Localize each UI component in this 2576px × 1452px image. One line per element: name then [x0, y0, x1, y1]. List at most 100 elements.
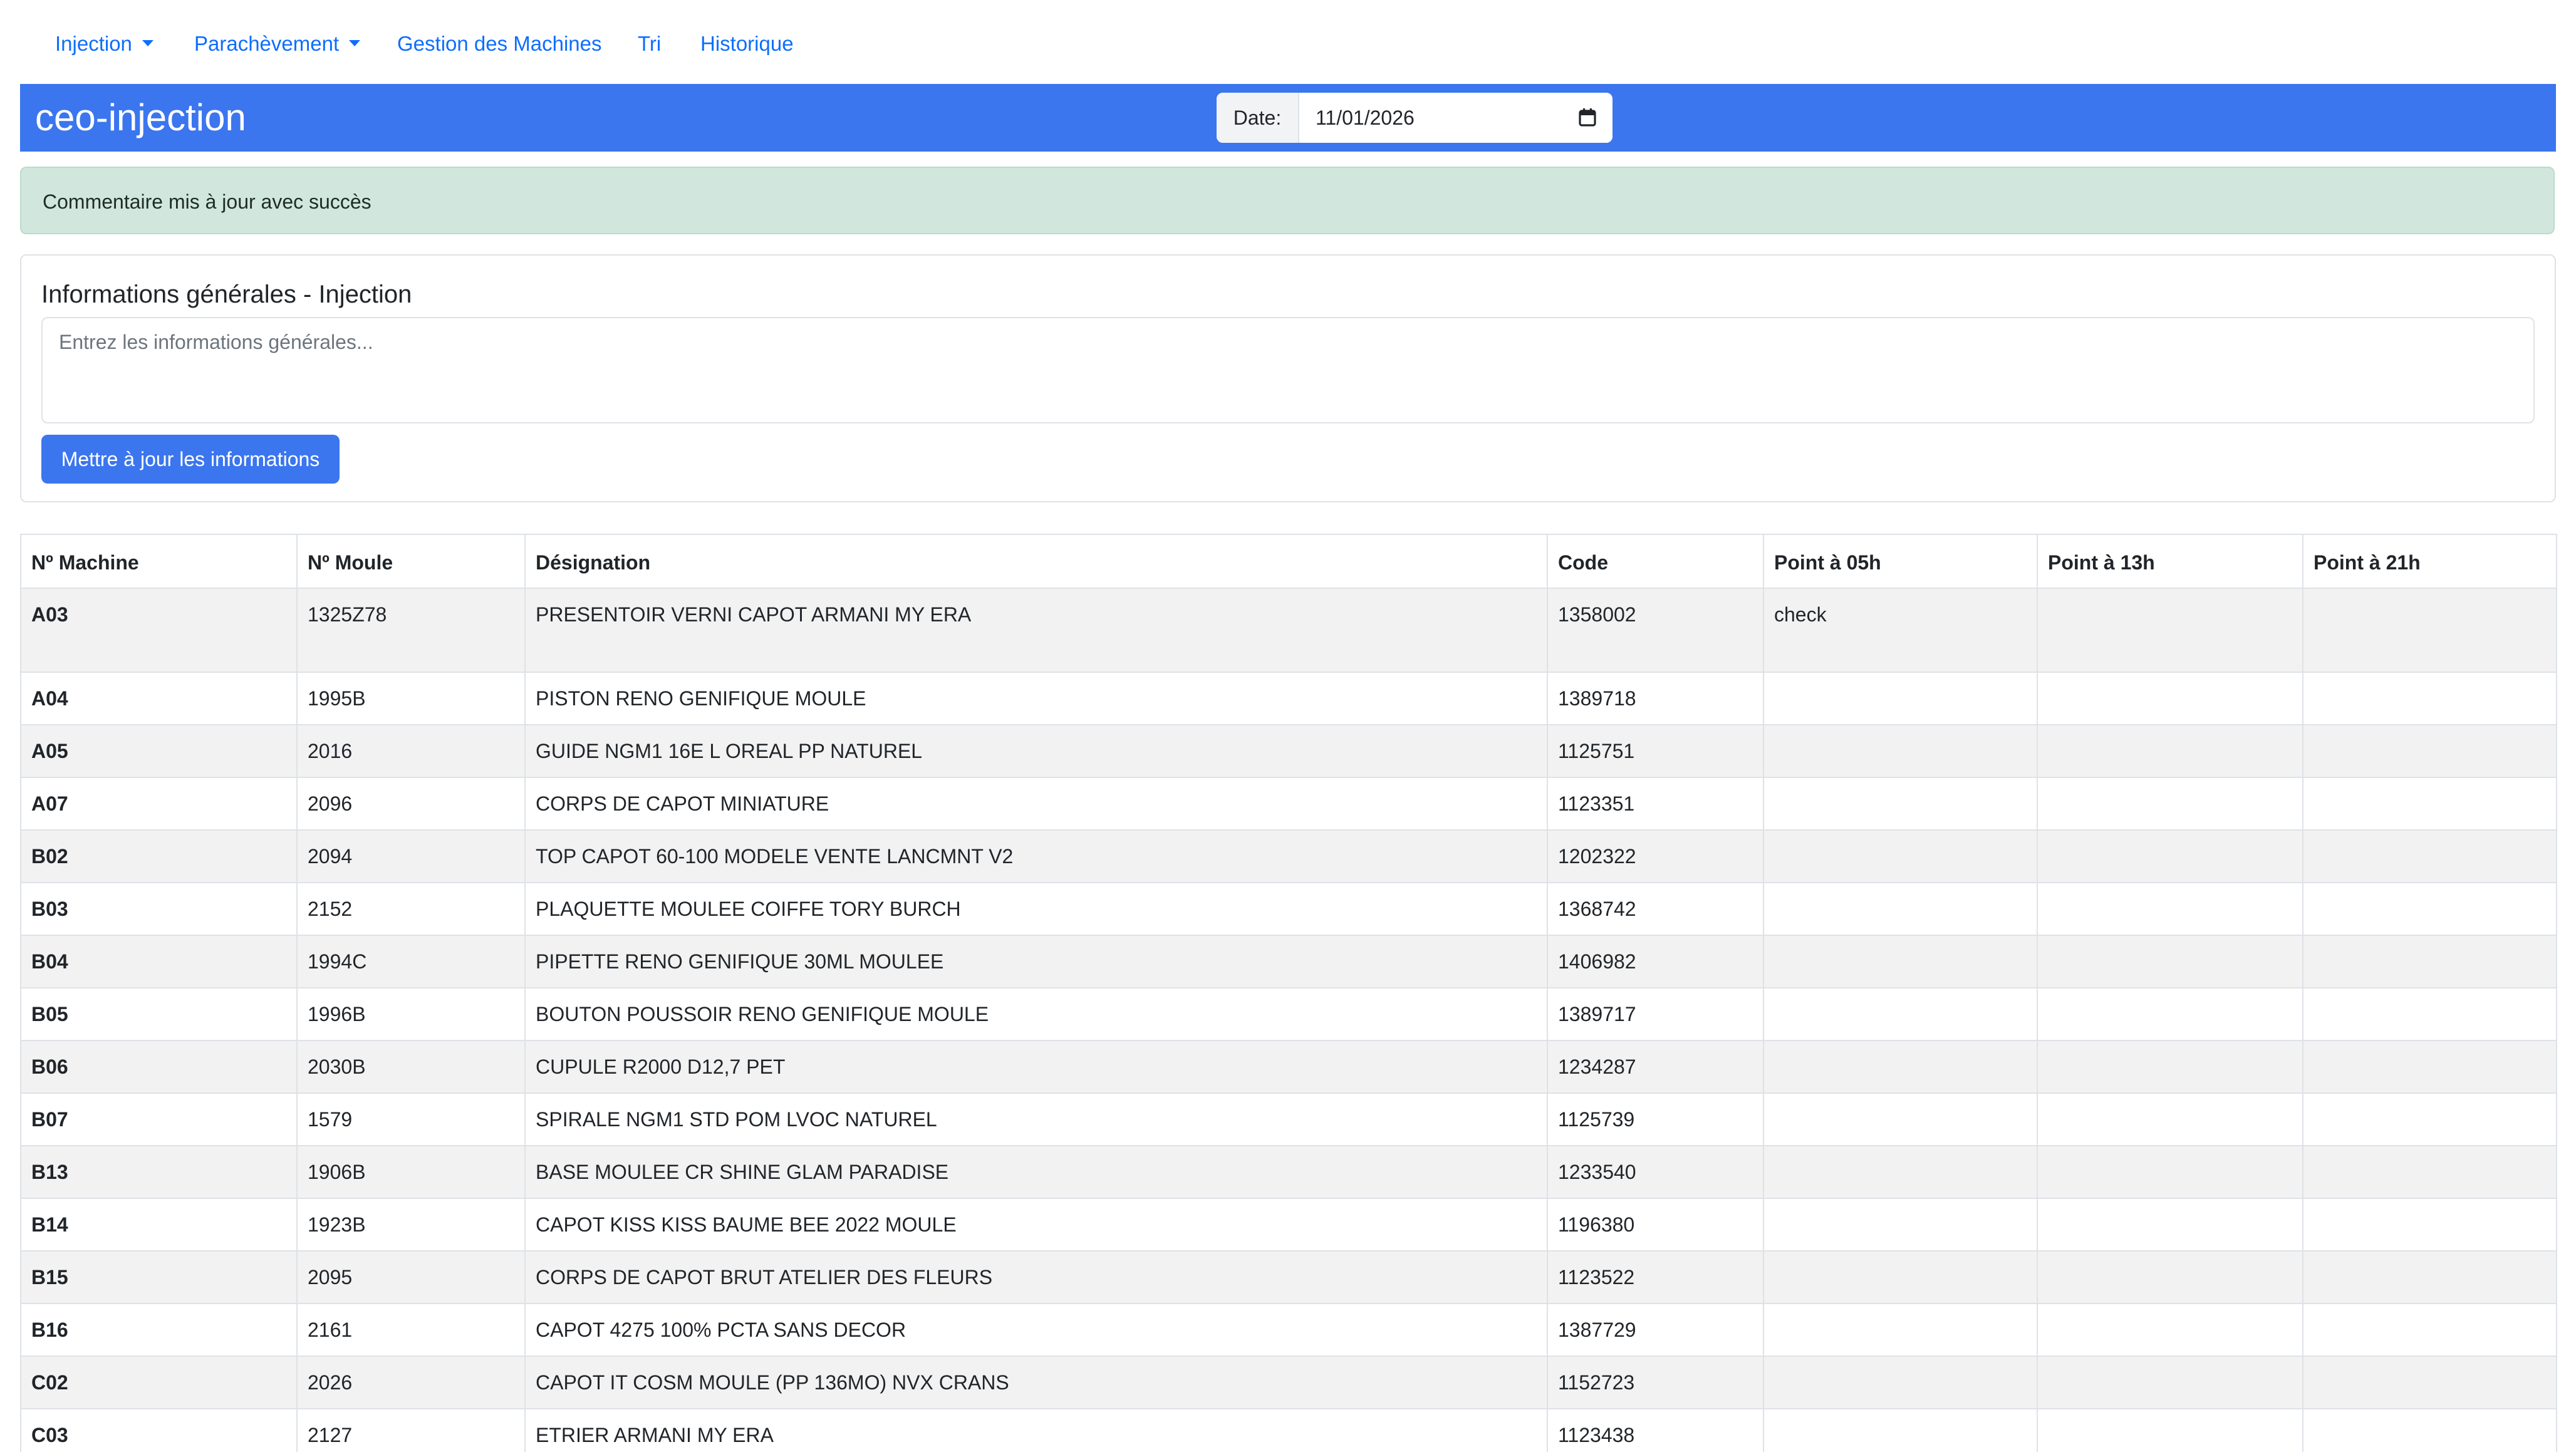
point-21h-cell[interactable]	[2302, 1356, 2557, 1409]
table-head: Nº Machine Nº Moule Désignation Code Poi…	[20, 534, 2557, 589]
point-21h-cell[interactable]	[2302, 588, 2557, 673]
point-05h-cell[interactable]	[1763, 882, 2038, 936]
column-header-designation: Désignation	[524, 534, 1548, 589]
mould-cell: 2152	[296, 882, 526, 936]
point-13h-cell[interactable]	[2037, 882, 2303, 936]
app-header: ceo-injection Date:	[20, 84, 2556, 152]
point-21h-cell[interactable]	[2302, 1303, 2557, 1357]
point-13h-cell[interactable]	[2037, 777, 2303, 831]
point-21h-cell[interactable]	[2302, 1092, 2557, 1146]
point-05h-cell[interactable]	[1763, 1198, 2038, 1252]
point-05h-cell[interactable]	[1763, 1303, 2038, 1357]
point-13h-cell[interactable]	[2037, 1145, 2303, 1199]
machine-cell: A07	[20, 777, 298, 831]
machine-cell: B15	[20, 1250, 298, 1304]
point-13h-cell[interactable]	[2037, 829, 2303, 883]
point-05h-cell[interactable]	[1763, 1040, 2038, 1094]
machines-table: Nº Machine Nº Moule Désignation Code Poi…	[20, 534, 2557, 1452]
table-row: B15 2095 CORPS DE CAPOT BRUT ATELIER DES F…	[20, 1250, 2557, 1304]
point-21h-cell[interactable]	[2302, 829, 2557, 883]
designation-cell: CAPOT KISS KISS BAUME BEE 2022 MOULE	[524, 1198, 1548, 1252]
point-21h-cell[interactable]	[2302, 724, 2557, 778]
column-header-machine: Nº Machine	[20, 534, 298, 589]
card-title: Informations générales - Injection	[41, 281, 412, 308]
point-05h-cell[interactable]	[1763, 724, 2038, 778]
caret-down-icon	[142, 40, 153, 47]
machine-cell: B14	[20, 1198, 298, 1252]
point-21h-cell[interactable]	[2302, 935, 2557, 988]
column-header-mould: Nº Moule	[296, 534, 526, 589]
table-row: A03 1325Z78 PRESENTOIR VERNI CAPOT ARMANI …	[20, 588, 2557, 673]
table-body: A03 1325Z78 PRESENTOIR VERNI CAPOT ARMANI …	[20, 588, 2557, 1452]
nav-item-injection[interactable]: Injection	[55, 31, 153, 56]
mould-cell: 1923B	[296, 1198, 526, 1252]
success-alert: Commentaire mis à jour avec succès	[20, 167, 2555, 234]
point-21h-cell[interactable]	[2302, 1145, 2557, 1199]
code-cell: 1202322	[1547, 829, 1764, 883]
nav-item-gestion-machines[interactable]: Gestion des Machines	[397, 31, 602, 56]
point-13h-cell[interactable]	[2037, 1040, 2303, 1094]
date-input[interactable]	[1299, 93, 1613, 143]
point-13h-cell[interactable]	[2037, 724, 2303, 778]
point-13h-cell[interactable]	[2037, 1092, 2303, 1146]
point-05h-cell[interactable]	[1763, 1250, 2038, 1304]
designation-cell: ETRIER ARMANI MY ERA	[524, 1408, 1548, 1452]
point-05h-cell[interactable]	[1763, 1092, 2038, 1146]
point-21h-cell[interactable]	[2302, 777, 2557, 831]
designation-cell: PLAQUETTE MOULEE COIFFE TORY BURCH	[524, 882, 1548, 936]
mould-cell: 2161	[296, 1303, 526, 1357]
point-21h-cell[interactable]	[2302, 882, 2557, 936]
code-cell: 1125739	[1547, 1092, 1764, 1146]
point-21h-cell[interactable]	[2302, 987, 2557, 1041]
point-05h-cell[interactable]	[1763, 777, 2038, 831]
general-info-textarea[interactable]	[41, 317, 2535, 423]
point-21h-cell[interactable]	[2302, 1040, 2557, 1094]
point-13h-cell[interactable]	[2037, 987, 2303, 1041]
point-13h-cell[interactable]	[2037, 1408, 2303, 1452]
point-05h-cell[interactable]	[1763, 1145, 2038, 1199]
point-13h-cell[interactable]	[2037, 1198, 2303, 1252]
nav-item-parachevement[interactable]: Parachèvement	[194, 31, 361, 56]
code-cell: 1389717	[1547, 987, 1764, 1041]
table-row: C02 2026 CAPOT IT COSM MOULE (PP 136MO) NV…	[20, 1356, 2557, 1409]
point-13h-cell[interactable]	[2037, 1250, 2303, 1304]
point-13h-cell[interactable]	[2037, 935, 2303, 988]
column-header-point-05h: Point à 05h	[1763, 534, 2038, 589]
machine-cell: B05	[20, 987, 298, 1041]
designation-cell: TOP CAPOT 60-100 MODELE VENTE LANCMNT V2	[524, 829, 1548, 883]
point-05h-cell[interactable]	[1763, 1356, 2038, 1409]
nav-item-tri[interactable]: Tri	[638, 31, 661, 56]
point-13h-cell[interactable]	[2037, 1303, 2303, 1357]
designation-cell: CORPS DE CAPOT MINIATURE	[524, 777, 1548, 831]
update-info-button[interactable]: Mettre à jour les informations	[41, 435, 340, 484]
point-21h-cell[interactable]	[2302, 1250, 2557, 1304]
mould-cell: 1906B	[296, 1145, 526, 1199]
point-05h-cell[interactable]: check	[1763, 588, 2038, 673]
column-header-point-21h: Point à 21h	[2302, 534, 2557, 589]
point-13h-cell[interactable]	[2037, 672, 2303, 725]
machine-cell: A03	[20, 588, 298, 673]
nav-item-historique[interactable]: Historique	[700, 31, 794, 56]
point-05h-cell[interactable]	[1763, 935, 2038, 988]
designation-cell: GUIDE NGM1 16E L OREAL PP NATUREL	[524, 724, 1548, 778]
point-21h-cell[interactable]	[2302, 1198, 2557, 1252]
designation-cell: PIPETTE RENO GENIFIQUE 30ML MOULEE	[524, 935, 1548, 988]
mould-cell: 2096	[296, 777, 526, 831]
point-13h-cell[interactable]	[2037, 1356, 2303, 1409]
point-05h-cell[interactable]	[1763, 672, 2038, 725]
point-05h-cell[interactable]	[1763, 1408, 2038, 1452]
point-05h-cell[interactable]	[1763, 829, 2038, 883]
point-13h-cell[interactable]	[2037, 588, 2303, 673]
mould-cell: 2095	[296, 1250, 526, 1304]
point-21h-cell[interactable]	[2302, 672, 2557, 725]
calendar-icon[interactable]	[1579, 108, 1596, 127]
code-cell: 1233540	[1547, 1145, 1764, 1199]
point-21h-cell[interactable]	[2302, 1408, 2557, 1452]
machine-cell: B04	[20, 935, 298, 988]
point-05h-cell[interactable]	[1763, 987, 2038, 1041]
code-cell: 1368742	[1547, 882, 1764, 936]
table-row: B07 1579 SPIRALE NGM1 STD POM LVOC NATUREL…	[20, 1092, 2557, 1146]
machine-cell: B03	[20, 882, 298, 936]
machine-cell: B16	[20, 1303, 298, 1357]
designation-cell: CAPOT 4275 100% PCTA SANS DECOR	[524, 1303, 1548, 1357]
